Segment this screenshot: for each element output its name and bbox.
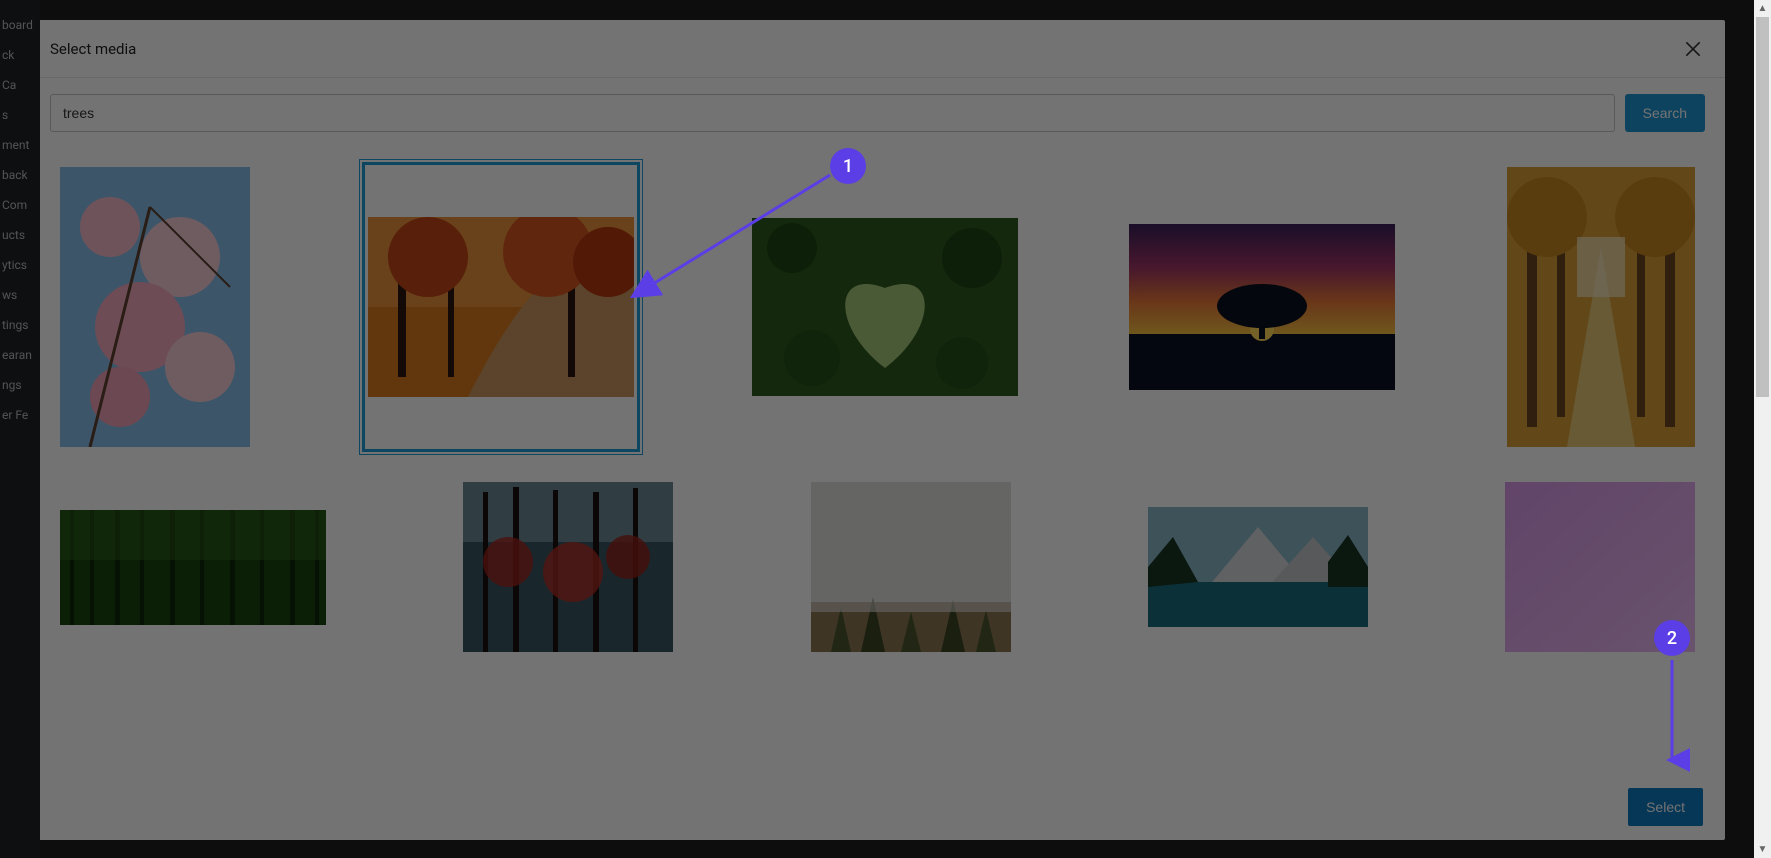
- scrollbar-up-arrow[interactable]: ▲: [1754, 0, 1771, 17]
- scrollbar-thumb[interactable]: [1756, 17, 1769, 397]
- annotation-callout-2: 2: [1654, 620, 1690, 656]
- annotation-callout-1: 1: [830, 148, 866, 184]
- scrollbar-down-arrow[interactable]: ▼: [1754, 841, 1771, 858]
- scrollbar-track[interactable]: [1754, 17, 1771, 841]
- window-scrollbar[interactable]: ▲ ▼: [1754, 0, 1771, 858]
- modal-overlay: [0, 0, 1771, 858]
